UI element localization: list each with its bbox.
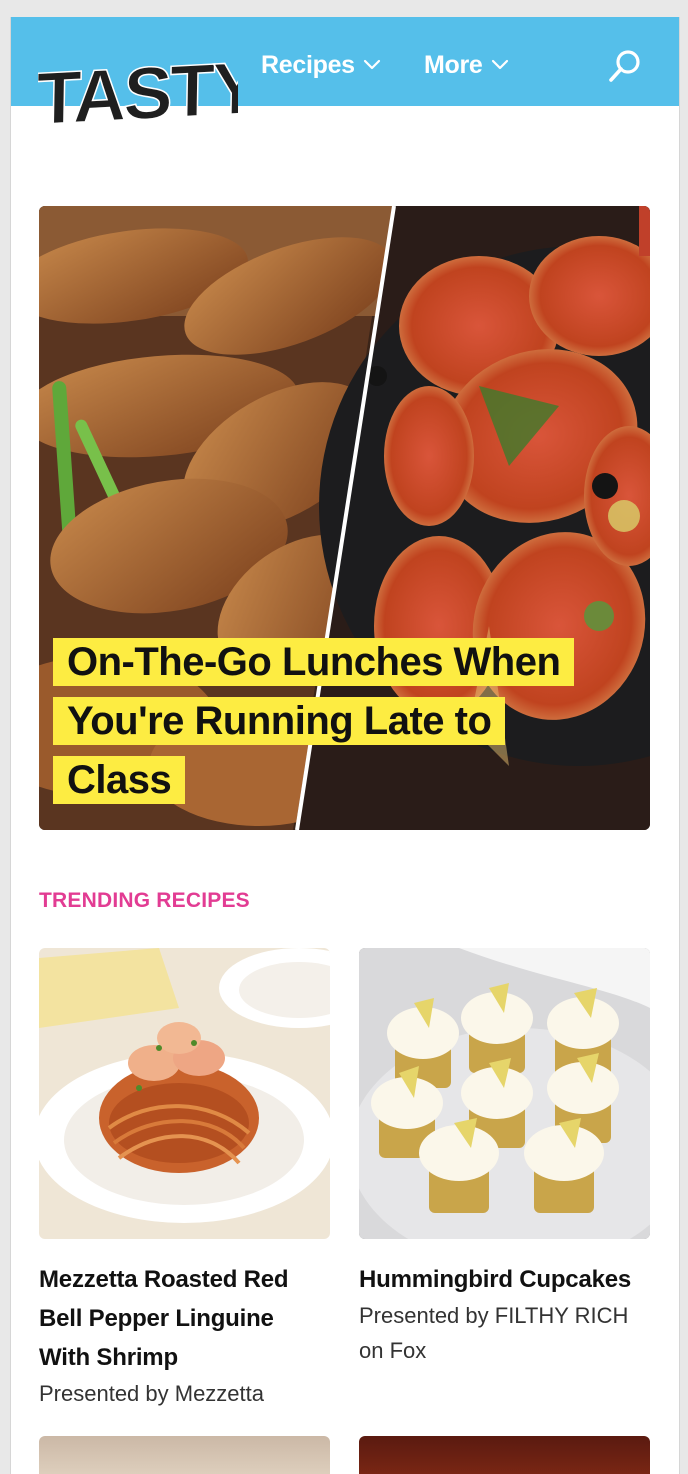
recipe-card[interactable]: Hummingbird Cupcakes Presented by FILTHY… [359, 948, 650, 1368]
recipe-card-partial[interactable] [359, 1436, 650, 1474]
hero-feature[interactable]: On-The-Go Lunches When You're Running La… [39, 206, 650, 830]
recipe-presenter: Presented by Mezzetta [39, 1381, 265, 1406]
hero-title-text: On-The-Go Lunches When You're Running La… [53, 638, 575, 804]
search-icon[interactable] [605, 47, 645, 87]
tasty-logo[interactable]: TASTY [38, 35, 238, 135]
chevron-down-icon [363, 59, 380, 70]
recipe-card-partial[interactable] [39, 1436, 330, 1474]
recipe-presenter: Presented by FILTHY RICH on Fox [359, 1303, 629, 1363]
logo-text: TASTY [38, 46, 238, 135]
recipe-image [39, 948, 330, 1239]
nav-recipes-label: Recipes [261, 50, 355, 79]
recipe-title[interactable]: Hummingbird Cupcakes [359, 1260, 650, 1299]
nav-recipes[interactable]: Recipes [261, 50, 381, 80]
trending-heading: TRENDING RECIPES [39, 889, 250, 912]
hero-title[interactable]: On-The-Go Lunches When You're Running La… [53, 633, 613, 810]
nav-more[interactable]: More [424, 50, 509, 80]
recipe-title[interactable]: Mezzetta Roasted Red Bell Pepper Linguin… [39, 1260, 330, 1377]
page-frame: TASTY Recipes More On-The-Go Lunches Whe… [10, 17, 680, 1474]
nav-more-label: More [424, 50, 483, 79]
chevron-down-icon [491, 59, 508, 70]
recipe-card[interactable]: Mezzetta Roasted Red Bell Pepper Linguin… [39, 948, 330, 1411]
recipe-image [359, 948, 650, 1239]
site-header: TASTY Recipes More [11, 17, 679, 135]
